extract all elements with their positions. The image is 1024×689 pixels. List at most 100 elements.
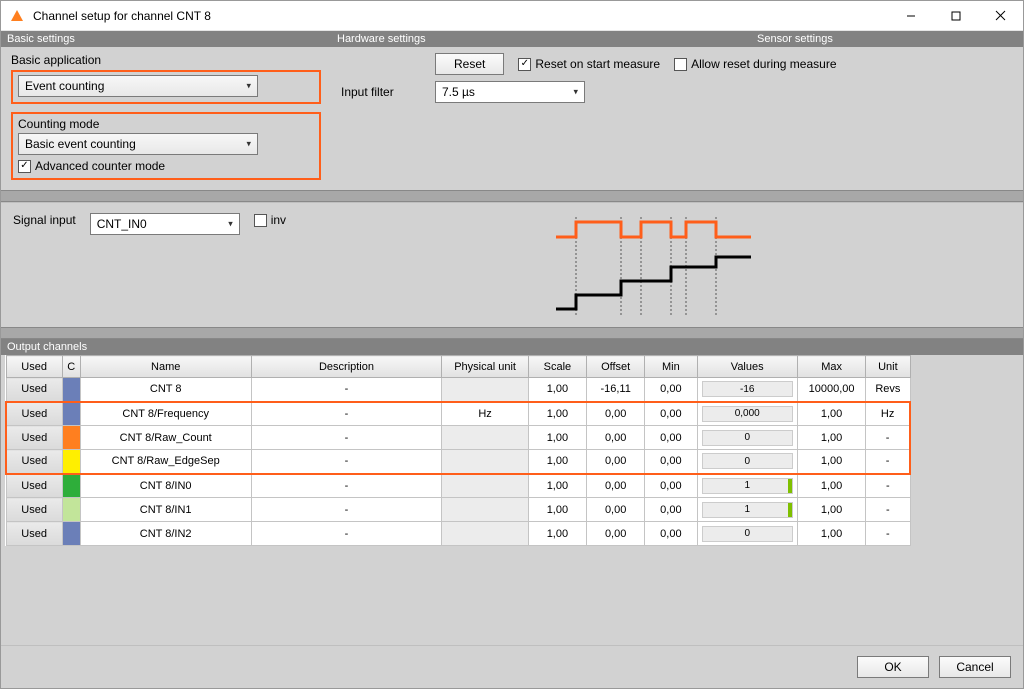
signal-input-combo[interactable]: CNT_IN0 ▾ — [90, 213, 240, 235]
used-cell[interactable]: Used — [6, 474, 62, 498]
description-cell: - — [251, 498, 442, 522]
chevron-down-icon: ▾ — [246, 139, 251, 150]
min-cell: 0,00 — [645, 474, 697, 498]
input-filter-label: Input filter — [341, 85, 421, 99]
table-row[interactable]: UsedCNT 8/Raw_EdgeSep-1,000,000,0001,00- — [6, 450, 910, 474]
table-row[interactable]: UsedCNT 8/IN2-1,000,000,0001,00- — [6, 522, 910, 546]
input-filter-combo[interactable]: 7.5 µs ▾ — [435, 81, 585, 103]
counting-mode-value: Basic event counting — [25, 137, 136, 151]
offset-cell: 0,00 — [587, 474, 645, 498]
min-cell: 0,00 — [645, 450, 697, 474]
basic-application-combo[interactable]: Event counting ▾ — [18, 75, 258, 97]
column-header[interactable]: Scale — [528, 356, 586, 378]
basic-application-value: Event counting — [25, 79, 104, 93]
name-cell: CNT 8/IN2 — [80, 522, 251, 546]
column-header[interactable]: Description — [251, 356, 442, 378]
basic-settings-panel: Basic application Event counting ▾ Count… — [1, 47, 331, 190]
scale-cell: 1,00 — [528, 522, 586, 546]
column-header[interactable]: Physical unit — [442, 356, 528, 378]
color-cell — [62, 474, 80, 498]
table-row[interactable]: UsedCNT 8/IN1-1,000,000,0011,00- — [6, 498, 910, 522]
divider — [1, 190, 1023, 202]
table-row[interactable]: UsedCNT 8/Frequency-Hz1,000,000,000,0001… — [6, 402, 910, 426]
window-title: Channel setup for channel CNT 8 — [33, 9, 888, 23]
used-cell[interactable]: Used — [6, 522, 62, 546]
used-cell[interactable]: Used — [6, 378, 62, 402]
color-cell — [62, 426, 80, 450]
counting-mode-combo[interactable]: Basic event counting ▾ — [18, 133, 258, 155]
max-cell: 1,00 — [797, 450, 865, 474]
maximize-button[interactable] — [933, 1, 978, 30]
close-button[interactable] — [978, 1, 1023, 30]
column-header[interactable]: Max — [797, 356, 865, 378]
unit-cell: Revs — [866, 378, 910, 402]
column-header[interactable]: Used — [6, 356, 62, 378]
advanced-counter-checkbox[interactable]: ✓ Advanced counter mode — [18, 159, 165, 173]
max-cell: 10000,00 — [797, 378, 865, 402]
used-cell[interactable]: Used — [6, 426, 62, 450]
values-cell: -16 — [697, 378, 797, 402]
values-cell: 1 — [697, 474, 797, 498]
table-row[interactable]: UsedCNT 8/IN0-1,000,000,0011,00- — [6, 474, 910, 498]
basic-settings-header: Basic settings — [7, 33, 337, 45]
column-header[interactable]: Unit — [866, 356, 910, 378]
max-cell: 1,00 — [797, 426, 865, 450]
column-header[interactable]: Min — [645, 356, 697, 378]
signal-input-label: Signal input — [13, 213, 76, 227]
unit-cell: Hz — [866, 402, 910, 426]
values-cell: 0 — [697, 522, 797, 546]
min-cell: 0,00 — [645, 522, 697, 546]
counting-mode-label: Counting mode — [18, 117, 314, 131]
max-cell: 1,00 — [797, 474, 865, 498]
used-cell[interactable]: Used — [6, 498, 62, 522]
color-cell — [62, 378, 80, 402]
used-cell[interactable]: Used — [6, 450, 62, 474]
values-cell: 0 — [697, 450, 797, 474]
max-cell: 1,00 — [797, 498, 865, 522]
column-header[interactable]: Name — [80, 356, 251, 378]
reset-button[interactable]: Reset — [435, 53, 504, 75]
offset-cell: 0,00 — [587, 498, 645, 522]
physical-unit-cell — [442, 378, 528, 402]
settings-row: Basic application Event counting ▾ Count… — [1, 47, 1023, 190]
allow-reset-checkbox[interactable]: Allow reset during measure — [674, 57, 836, 71]
values-cell: 0,000 — [697, 402, 797, 426]
allow-reset-label: Allow reset during measure — [691, 57, 836, 71]
content: Basic settings Hardware settings Sensor … — [1, 31, 1023, 688]
checkbox-icon — [254, 214, 267, 227]
unit-cell: - — [866, 450, 910, 474]
table-row[interactable]: UsedCNT 8/Raw_Count-1,000,000,0001,00- — [6, 426, 910, 450]
min-cell: 0,00 — [645, 498, 697, 522]
unit-cell: - — [866, 426, 910, 450]
name-cell: CNT 8/IN1 — [80, 498, 251, 522]
reset-on-start-checkbox[interactable]: ✓ Reset on start measure — [518, 57, 660, 71]
window: Channel setup for channel CNT 8 Basic se… — [0, 0, 1024, 689]
physical-unit-cell — [442, 498, 528, 522]
inv-checkbox[interactable]: inv — [254, 213, 286, 227]
dialog-footer: OK Cancel — [1, 645, 1023, 688]
column-header[interactable]: Values — [697, 356, 797, 378]
column-header[interactable]: Offset — [587, 356, 645, 378]
top-section-header: Basic settings Hardware settings Sensor … — [1, 31, 1023, 47]
used-cell[interactable]: Used — [6, 402, 62, 426]
physical-unit-cell — [442, 450, 528, 474]
counting-mode-highlight: Counting mode Basic event counting ▾ ✓ A… — [11, 112, 321, 180]
name-cell: CNT 8/Raw_EdgeSep — [80, 450, 251, 474]
scale-cell: 1,00 — [528, 402, 586, 426]
unit-cell: - — [866, 474, 910, 498]
chevron-down-icon: ▾ — [228, 219, 233, 230]
values-cell: 1 — [697, 498, 797, 522]
name-cell: CNT 8/IN0 — [80, 474, 251, 498]
min-cell: 0,00 — [645, 426, 697, 450]
ok-button[interactable]: OK — [857, 656, 929, 678]
name-cell: CNT 8/Raw_Count — [80, 426, 251, 450]
output-channels-header: Output channels — [1, 339, 1023, 355]
unit-cell: - — [866, 498, 910, 522]
minimize-button[interactable] — [888, 1, 933, 30]
table-row[interactable]: UsedCNT 8-1,00-16,110,00-1610000,00Revs — [6, 378, 910, 402]
hardware-settings-header: Hardware settings — [337, 33, 757, 45]
cancel-button[interactable]: Cancel — [939, 656, 1011, 678]
divider — [1, 327, 1023, 339]
description-cell: - — [251, 426, 442, 450]
column-header[interactable]: C — [62, 356, 80, 378]
